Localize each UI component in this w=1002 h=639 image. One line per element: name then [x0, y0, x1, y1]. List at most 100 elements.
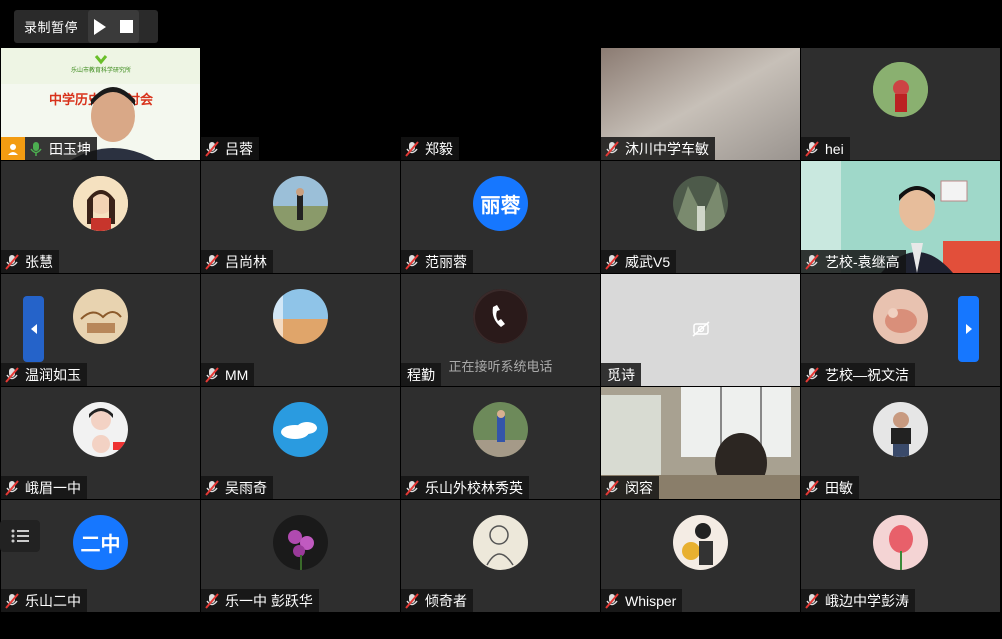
mic-muted-icon	[205, 366, 219, 383]
list-icon	[11, 529, 29, 543]
participant-name: 艺校—祝文洁	[825, 366, 909, 383]
participant-namebar: 闵容	[601, 476, 659, 499]
participant-tile[interactable]: 张慧	[1, 161, 200, 273]
participant-namebar: 田敏	[801, 476, 859, 499]
stop-icon[interactable]	[120, 20, 134, 33]
participant-namebar: 范丽蓉	[401, 250, 473, 273]
participant-name: 张慧	[25, 253, 53, 270]
participant-tile[interactable]: 吴雨奇	[201, 387, 400, 499]
avatar	[273, 176, 328, 231]
avatar	[873, 515, 928, 570]
participant-tile[interactable]: hei	[801, 48, 1000, 160]
participant-tile[interactable]: 沐川中学车敏	[601, 48, 800, 160]
participant-name: 乐山二中	[25, 592, 81, 609]
participant-namebar: 郑毅	[401, 137, 459, 160]
participant-tile[interactable]: 乐一中 彭跃华	[201, 500, 400, 612]
participant-tile[interactable]: 觅诗	[601, 274, 800, 386]
participant-namebar: 艺校—祝文洁	[801, 363, 915, 386]
host-icon	[1, 137, 25, 160]
participant-name: 倾奇者	[425, 592, 467, 609]
play-icon[interactable]	[94, 18, 107, 35]
participant-grid: 乐山市教育科学研究所 中学历史学研讨会 田玉坤 吕蓉	[1, 48, 1001, 613]
participant-tile[interactable]: Whisper	[601, 500, 800, 612]
avatar	[873, 289, 928, 344]
participant-namebar: 峨眉一中	[1, 476, 87, 499]
mic-muted-icon	[605, 592, 619, 609]
participant-tile[interactable]: 艺校-袁继高	[801, 161, 1000, 273]
participant-name: 沐川中学车敏	[625, 140, 709, 157]
participant-tile[interactable]: 正在接听系统电话 程勤	[401, 274, 600, 386]
recording-controls	[88, 10, 140, 43]
chevron-left-icon	[30, 324, 37, 334]
participant-tile[interactable]: MM	[201, 274, 400, 386]
participant-tile[interactable]: 吕尚林	[201, 161, 400, 273]
participant-name: 程勤	[407, 366, 435, 383]
recording-bar: 录制暂停	[14, 10, 158, 43]
participant-namebar: 倾奇者	[401, 589, 473, 612]
participant-name: 威武V5	[625, 253, 671, 270]
participant-name: 峨眉一中	[25, 479, 81, 496]
mic-muted-icon	[805, 479, 819, 496]
avatar	[273, 402, 328, 457]
mic-muted-icon	[205, 592, 219, 609]
participant-name: 田敏	[825, 479, 853, 496]
participant-tile[interactable]: 威武V5	[601, 161, 800, 273]
participant-tile[interactable]: 田敏	[801, 387, 1000, 499]
avatar	[273, 289, 328, 344]
participant-name: hei	[825, 140, 844, 157]
participant-namebar: 吕蓉	[201, 137, 259, 160]
participant-namebar: 张慧	[1, 250, 59, 273]
participant-tile[interactable]: 丽蓉 范丽蓉	[401, 161, 600, 273]
avatar	[673, 176, 728, 231]
participant-namebar: 乐山二中	[1, 589, 87, 612]
avatar	[273, 515, 328, 570]
participant-namebar: 温润如玉	[1, 363, 87, 386]
avatar	[673, 515, 728, 570]
participant-namebar: hei	[801, 137, 850, 160]
mic-muted-icon	[205, 140, 219, 157]
participant-name: 吕尚林	[225, 253, 267, 270]
mic-muted-icon	[405, 479, 419, 496]
mic-muted-icon	[805, 140, 819, 157]
participant-name: 吕蓉	[225, 140, 253, 157]
participant-list-button[interactable]	[0, 520, 40, 552]
presenter-org-text: 乐山市教育科学研究所	[71, 66, 131, 74]
participant-tile[interactable]: 二中 乐山二中	[1, 500, 200, 612]
participant-namebar: 觅诗	[601, 363, 641, 386]
avatar	[473, 515, 528, 570]
participant-tile[interactable]: 峨眉一中	[1, 387, 200, 499]
bottom-bar	[0, 613, 1002, 639]
participant-tile[interactable]: 吕蓉	[201, 48, 400, 160]
participant-tile[interactable]: 倾奇者	[401, 500, 600, 612]
participant-namebar: MM	[201, 363, 255, 386]
participant-name: 觅诗	[607, 366, 635, 383]
participant-tile[interactable]: 乐山市教育科学研究所 中学历史学研讨会 田玉坤	[1, 48, 200, 160]
participant-tile[interactable]: 峨边中学彭涛	[801, 500, 1000, 612]
participant-name: 艺校-袁继高	[825, 253, 900, 270]
mic-muted-icon	[805, 592, 819, 609]
participant-namebar: 程勤	[401, 363, 441, 386]
prev-page-button[interactable]	[23, 296, 44, 362]
avatar	[873, 62, 928, 117]
avatar-text: 丽蓉	[473, 176, 528, 231]
participant-tile[interactable]: 郑毅	[401, 48, 600, 160]
mic-muted-icon	[5, 592, 19, 609]
mic-muted-icon	[805, 253, 819, 270]
avatar	[73, 289, 128, 344]
mic-muted-icon	[605, 479, 619, 496]
avatar	[473, 289, 528, 344]
participant-namebar: 乐一中 彭跃华	[201, 589, 319, 612]
next-page-button[interactable]	[958, 296, 979, 362]
participant-namebar: 吴雨奇	[201, 476, 273, 499]
participant-name: 范丽蓉	[425, 253, 467, 270]
mic-muted-icon	[5, 366, 19, 383]
participant-namebar: 艺校-袁继高	[801, 250, 906, 273]
participant-name: MM	[225, 366, 249, 383]
camera-off-icon	[692, 321, 710, 342]
mic-muted-icon	[405, 253, 419, 270]
participant-tile[interactable]: 闵容	[601, 387, 800, 499]
avatar	[873, 402, 928, 457]
participant-namebar: Whisper	[601, 589, 683, 612]
mic-muted-icon	[405, 140, 419, 157]
participant-tile[interactable]: 乐山外校林秀英	[401, 387, 600, 499]
